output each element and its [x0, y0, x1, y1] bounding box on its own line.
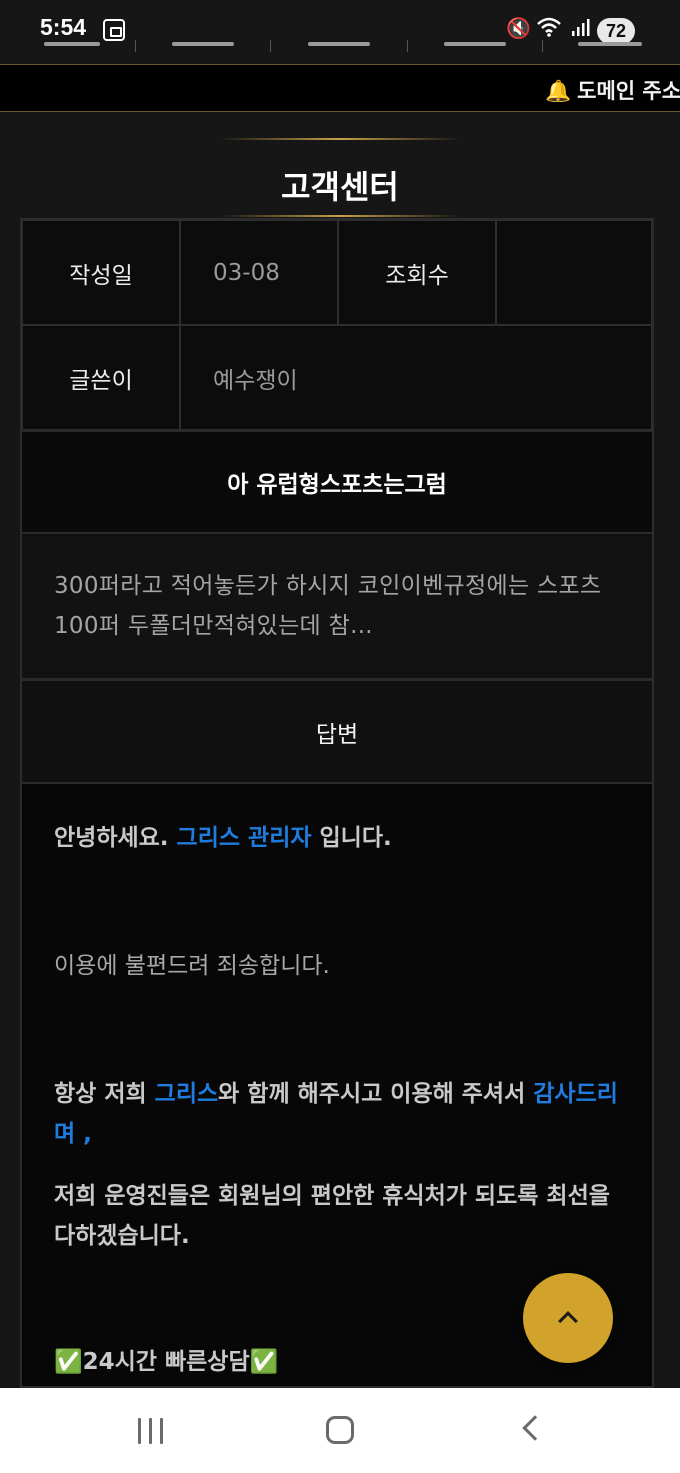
status-bar: 5:54 🔇 72	[0, 0, 680, 64]
scroll-top-button[interactable]	[523, 1273, 613, 1363]
screenshot-icon	[103, 19, 125, 41]
author-label: 글쓴이	[22, 325, 180, 430]
brand-name: 그리스	[154, 1081, 219, 1107]
answer-apology: 이용에 불편드려 죄송합니다.	[54, 953, 330, 979]
post-board: 작성일 03-08 조회수 글쓴이 예수쟁이 아 유럽형스포츠는그럼 300퍼라…	[20, 218, 654, 1388]
post-subject: 아 유럽형스포츠는그럼	[22, 430, 652, 534]
views-label: 조회수	[338, 220, 496, 325]
check-icon: ✅	[249, 1349, 279, 1375]
admin-name: 그리스 관리자	[176, 825, 312, 851]
answer-header: 답변	[22, 678, 652, 784]
top-menu-remnant	[0, 40, 680, 52]
status-time: 5:54	[40, 14, 87, 40]
author-value: 예수쟁이	[180, 325, 652, 430]
chevron-up-icon	[558, 1311, 578, 1331]
ticker-text: 도메인 주소	[577, 79, 680, 103]
date-value: 03-08	[180, 220, 338, 325]
answer-thanks: 항상 저희 그리스와 함께 해주시고 이용해 주셔서 감사드리며 ,	[54, 1081, 618, 1147]
views-value	[496, 220, 652, 325]
back-icon[interactable]	[522, 1415, 548, 1441]
title-divider-bottom	[220, 215, 460, 217]
mute-icon: 🔇	[506, 16, 531, 40]
check-icon: ✅	[54, 1349, 83, 1375]
home-icon[interactable]	[326, 1416, 354, 1444]
date-label: 작성일	[22, 220, 180, 325]
page-title: 고객센터	[281, 168, 399, 206]
android-nav-bar	[0, 1388, 680, 1473]
notice-ticker[interactable]: 🔔 도메인 주소	[0, 64, 680, 112]
recents-icon[interactable]	[136, 1418, 166, 1444]
title-divider-top	[220, 138, 460, 140]
answer-promise: 저희 운영진들은 회원님의 편안한 휴식처가 되도록 최선을 다하겠습니다.	[54, 1183, 610, 1249]
page-title-area: 고객센터	[0, 112, 680, 218]
bell-icon: 🔔	[545, 79, 572, 103]
wifi-icon	[536, 16, 562, 43]
post-content: 300퍼라고 적어놓든가 하시지 코인이벤규정에는 스포츠100퍼 두폴더만적혀…	[22, 536, 652, 678]
answer-greeting: 안녕하세요. 그리스 관리자 입니다.	[54, 825, 392, 851]
